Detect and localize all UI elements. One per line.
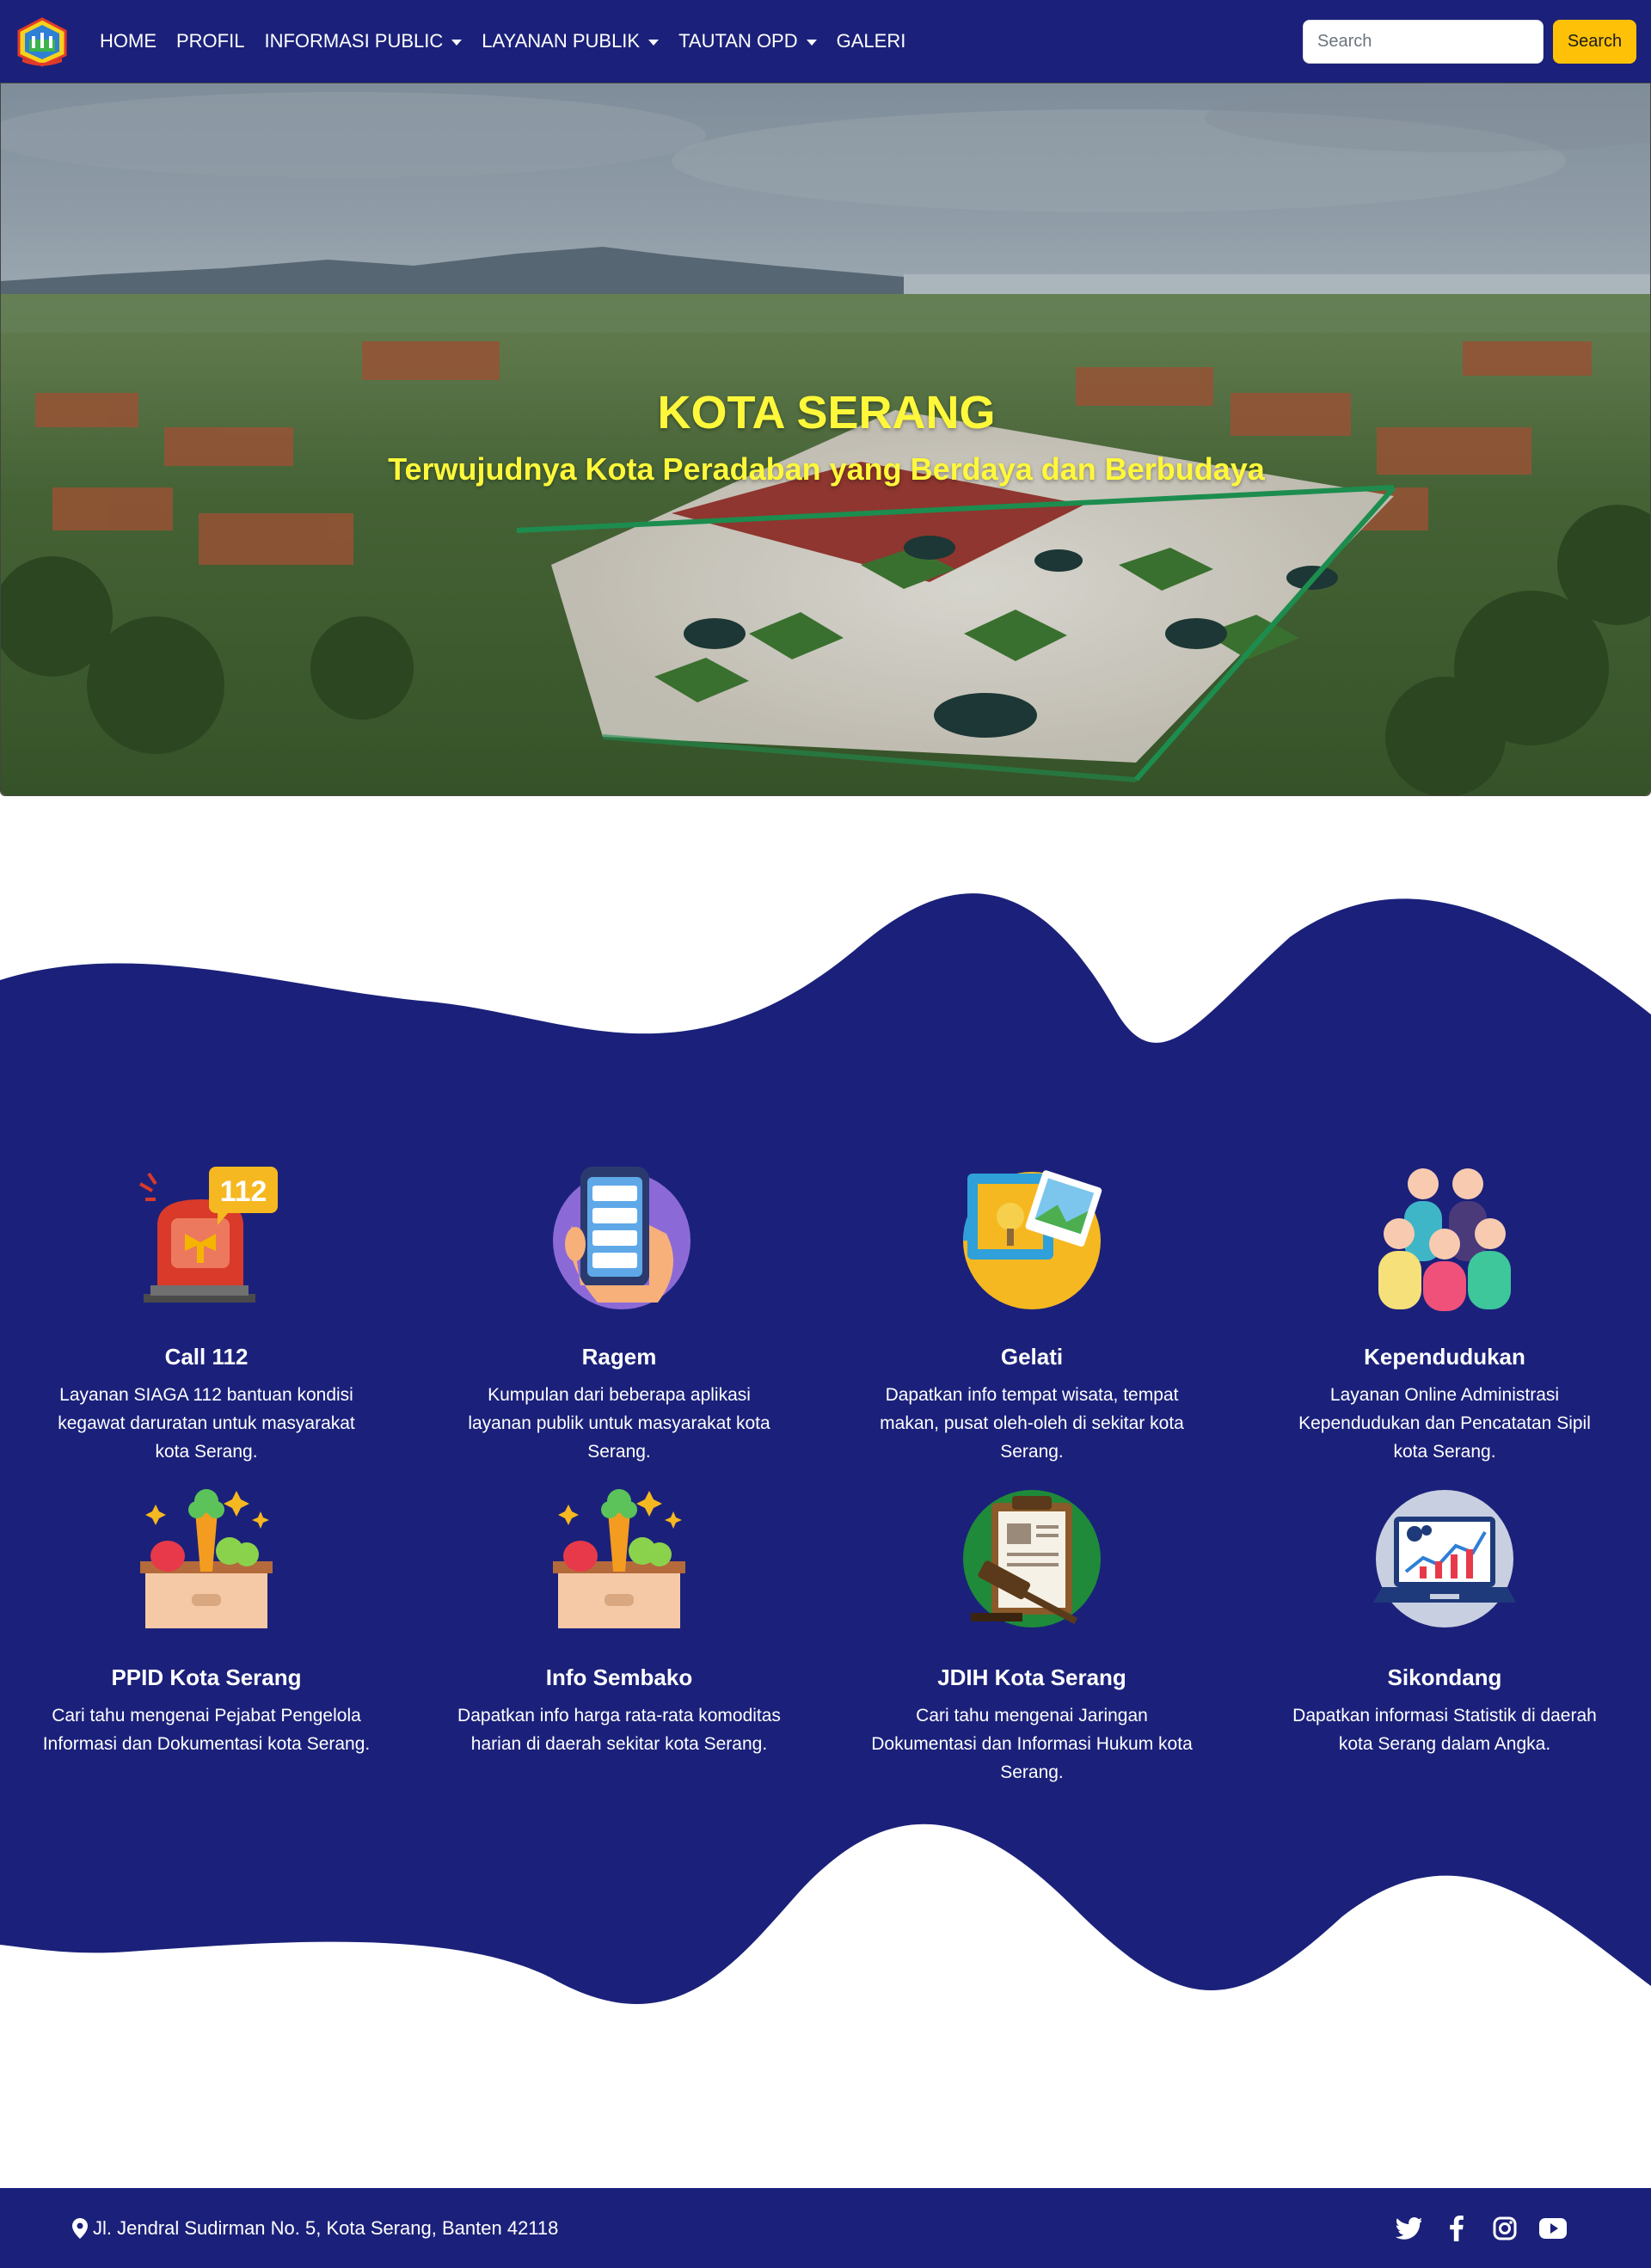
nav-informasi-public-label: INFORMASI PUBLIC: [264, 30, 444, 52]
vegetable-box-icon: [553, 1489, 685, 1628]
caret-down-icon: [806, 39, 817, 46]
map-marker-icon: [72, 2217, 88, 2239]
nav-tautan-opd-label: TAUTAN OPD: [678, 30, 798, 52]
nav-profil[interactable]: PROFIL: [176, 30, 244, 52]
nav-informasi-public[interactable]: INFORMASI PUBLIC: [264, 30, 463, 52]
search-button[interactable]: Search: [1553, 20, 1636, 64]
service-title: Sikondang: [1387, 1664, 1502, 1690]
gavel-document-icon: [963, 1490, 1101, 1627]
phone-in-hand-icon: [553, 1167, 690, 1309]
nav-galeri-label: GALERI: [836, 30, 906, 52]
service-ragem[interactable]: Ragem Kumpulan dari beberapa aplikasi la…: [439, 1165, 800, 1466]
service-title: PPID Kota Serang: [111, 1664, 302, 1690]
siren-112-icon: 112: [139, 1167, 278, 1303]
hero-title: KOTA SERANG: [657, 387, 996, 438]
service-description: Layanan SIAGA 112 bantuan kondisi kegawa…: [58, 1385, 355, 1462]
service-title: JDIH Kota Serang: [937, 1664, 1126, 1690]
service-ppid-kota-serang[interactable]: PPID Kota Serang Cari tahu mengenai Peja…: [26, 1486, 387, 1758]
service-title: Call 112: [164, 1344, 249, 1370]
service-gelati[interactable]: Gelati Dapatkan info tempat wisata, temp…: [851, 1165, 1212, 1466]
service-call-112[interactable]: 112 Call 112 Layanan SIAGA 112 bantuan k…: [26, 1165, 387, 1466]
nav-layanan-publik[interactable]: LAYANAN PUBLIK: [482, 30, 660, 52]
service-title: Ragem: [581, 1344, 657, 1370]
instagram-icon[interactable]: [1489, 2213, 1520, 2244]
search-input[interactable]: [1303, 20, 1544, 64]
caret-down-icon: [648, 39, 660, 46]
service-description: Cari tahu mengenai Pejabat Pengelola Inf…: [42, 1706, 371, 1754]
kota-serang-logo-icon[interactable]: [15, 17, 69, 67]
service-description: Kumpulan dari beberapa aplikasi layanan …: [468, 1385, 770, 1462]
footer-address: Jl. Jendral Sudirman No. 5, Kota Serang,…: [72, 2188, 558, 2268]
hero-banner: KOTA SERANG Terwujudnya Kota Peradaban y…: [0, 83, 1651, 796]
service-description: Dapatkan info harga rata-rata komoditas …: [457, 1706, 781, 1754]
footer: Jl. Jendral Sudirman No. 5, Kota Serang,…: [0, 2188, 1651, 2268]
service-title: Kependudukan: [1364, 1344, 1525, 1370]
hero-aerial-photo: [1, 83, 1650, 795]
service-description: Cari tahu mengenai Jaringan Dokumentasi …: [871, 1706, 1193, 1782]
nav-profil-label: PROFIL: [176, 30, 245, 52]
service-info-sembako[interactable]: Info Sembako Dapatkan info harga rata-ra…: [439, 1486, 800, 1758]
caret-down-icon: [451, 39, 463, 46]
service-description: Dapatkan informasi Statistik di daerah k…: [1292, 1706, 1597, 1754]
service-sikondang[interactable]: Sikondang Dapatkan informasi Statistik d…: [1264, 1486, 1625, 1758]
service-description: Dapatkan info tempat wisata, tempat maka…: [880, 1385, 1184, 1462]
laptop-chart-icon: [1373, 1490, 1516, 1627]
people-group-icon: [1378, 1168, 1511, 1311]
service-title: Info Sembako: [545, 1664, 693, 1690]
navbar: HOME PROFIL INFORMASI PUBLIC LAYANAN PUB…: [0, 0, 1651, 83]
nav-galeri[interactable]: GALERI: [837, 30, 906, 52]
hero-subtitle: Terwujudnya Kota Peradaban yang Berdaya …: [388, 451, 1265, 487]
nav-tautan-opd[interactable]: TAUTAN OPD: [678, 30, 817, 52]
nav-layanan-publik-label: LAYANAN PUBLIK: [482, 30, 641, 52]
facebook-icon[interactable]: [1441, 2213, 1472, 2244]
siren-112-badge: 112: [220, 1175, 267, 1208]
youtube-icon[interactable]: [1537, 2213, 1568, 2244]
service-title: Gelati: [1000, 1344, 1064, 1370]
service-kependudukan[interactable]: Kependudukan Layanan Online Administrasi…: [1264, 1165, 1625, 1466]
vegetable-box-icon: [140, 1489, 273, 1628]
twitter-icon[interactable]: [1393, 2213, 1424, 2244]
social-links: [1393, 2188, 1586, 2268]
nav-home-label: HOME: [100, 30, 157, 52]
service-jdih-kota-serang[interactable]: JDIH Kota Serang Cari tahu mengenai Jari…: [851, 1486, 1212, 1787]
address-text: Jl. Jendral Sudirman No. 5, Kota Serang,…: [93, 2216, 559, 2239]
nav-home[interactable]: HOME: [100, 30, 157, 52]
main-nav: HOME PROFIL INFORMASI PUBLIC LAYANAN PUB…: [100, 0, 925, 83]
travel-photos-icon: [963, 1170, 1102, 1309]
service-description: Layanan Online Administrasi Kependudukan…: [1298, 1385, 1591, 1462]
